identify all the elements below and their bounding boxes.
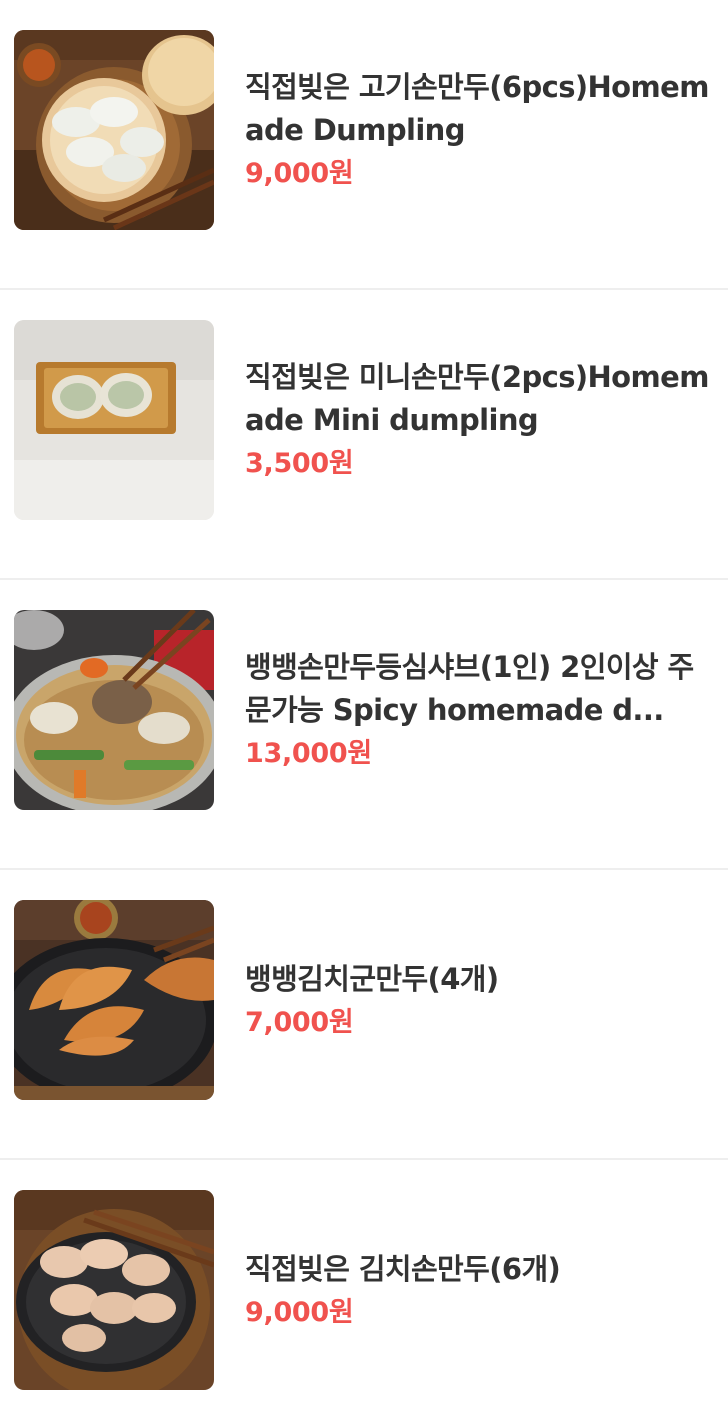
menu-item-name: 뱅뱅손만두등심샤브(1인) 2인이상 주문가능 Spicy homemade d…: [245, 650, 694, 727]
menu-item[interactable]: 뱅뱅김치군만두(4개) 7,000원: [0, 870, 728, 1160]
fried-dumplings-photo: [14, 900, 214, 1100]
menu-item[interactable]: 직접빚은 김치손만두(6개) 9,000원: [0, 1160, 728, 1420]
menu-item[interactable]: 뱅뱅손만두등심샤브(1인) 2인이상 주문가능 Spicy homemade d…: [0, 580, 728, 870]
shabu-hotpot-photo: [14, 610, 214, 810]
steamed-dumplings-photo: [14, 30, 214, 230]
menu-item-name: 직접빚은 미니손만두(2pcs)Homemade Mini dumpling: [245, 360, 709, 437]
menu-item-name: 직접빚은 고기손만두(6pcs)Homemade Dumpling: [245, 70, 709, 147]
menu-item-price: 7,000원: [245, 1006, 354, 1038]
mini-dumplings-photo: [14, 320, 214, 520]
kimchi-dumplings-photo: [14, 1190, 214, 1390]
menu-item[interactable]: 직접빚은 고기손만두(6pcs)Homemade Dumpling 9,000원: [0, 0, 728, 290]
menu-item-price: 9,000원: [245, 1296, 354, 1328]
menu-item-name: 직접빚은 김치손만두(6개): [245, 1251, 561, 1286]
menu-list: 직접빚은 고기손만두(6pcs)Homemade Dumpling 9,000원…: [0, 0, 728, 1420]
menu-item-name: 뱅뱅김치군만두(4개): [245, 961, 499, 996]
menu-item-price: 9,000원: [245, 158, 354, 189]
menu-item[interactable]: 직접빚은 미니손만두(2pcs)Homemade Mini dumpling 3…: [0, 290, 728, 580]
menu-item-price: 3,500원: [245, 448, 354, 479]
menu-item-price: 13,000원: [245, 738, 372, 769]
